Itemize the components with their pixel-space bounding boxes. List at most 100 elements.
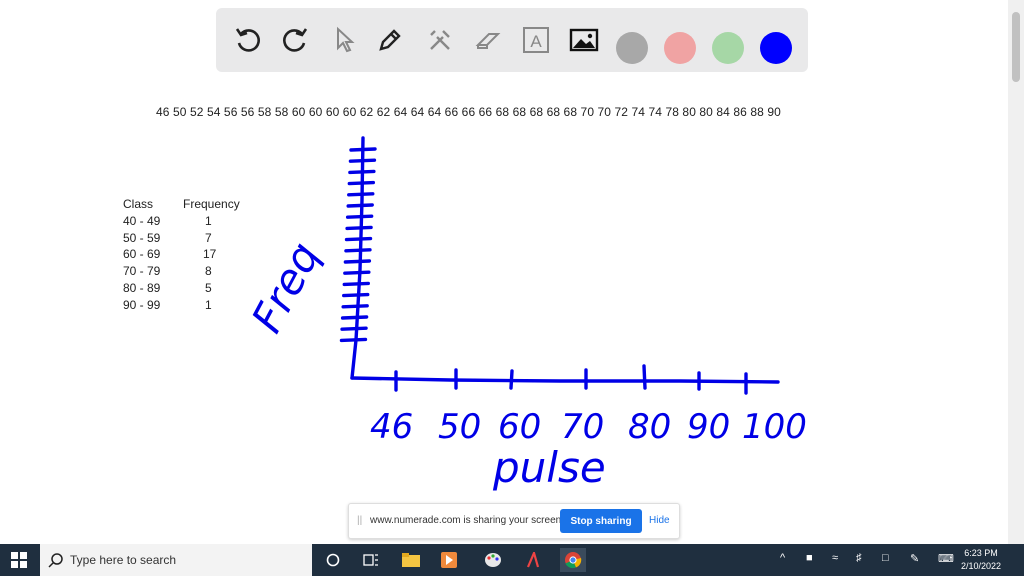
search-placeholder: Type here to search bbox=[70, 553, 177, 567]
y-tick-mark bbox=[344, 236, 373, 242]
palette-icon bbox=[485, 553, 501, 567]
frequency-table: Class Frequency 40 - 49 1 50 - 59 7 60 - 6… bbox=[123, 197, 263, 315]
frequency-cell: 7 bbox=[205, 230, 212, 245]
color-swatch-pink[interactable] bbox=[664, 32, 696, 64]
pointer-button[interactable] bbox=[326, 22, 362, 58]
search-icon bbox=[48, 553, 63, 568]
media-app-button[interactable] bbox=[436, 548, 462, 572]
taskbar-search[interactable]: Type here to search bbox=[40, 544, 312, 576]
x-tick-handwritten-label: 50 bbox=[438, 407, 481, 447]
color-swatch-green[interactable] bbox=[712, 32, 744, 64]
x-axis-ticks bbox=[394, 364, 748, 395]
y-tick-mark bbox=[345, 225, 373, 231]
y-tick-mark bbox=[347, 180, 376, 186]
y-tick-mark bbox=[345, 214, 374, 219]
taskbar: Type here to search ^ ■ ≈ ♯ □ ✎ ⌨ 6:23 P… bbox=[0, 544, 1024, 576]
drag-handle-icon[interactable]: || bbox=[357, 515, 362, 526]
x-tick-handwritten-label: 60 bbox=[498, 407, 541, 447]
chevron-up-icon[interactable]: ^ bbox=[780, 552, 785, 564]
eraser-icon bbox=[475, 33, 501, 49]
class-cell: 80 - 89 bbox=[123, 280, 161, 295]
class-header: Class bbox=[123, 197, 154, 211]
y-axis-ticks bbox=[339, 147, 377, 343]
file-explorer-button[interactable] bbox=[398, 548, 424, 572]
frequency-cell: 1 bbox=[205, 297, 212, 312]
paint-app-button[interactable] bbox=[480, 548, 506, 572]
lock-icon[interactable]: ■ bbox=[806, 552, 813, 564]
x-tick-handwritten-label: 90 bbox=[687, 407, 730, 447]
volume-icon[interactable]: ♯ bbox=[856, 552, 862, 564]
hide-button[interactable]: Hide bbox=[649, 515, 670, 526]
vertical-scrollbar[interactable] bbox=[1008, 0, 1024, 544]
y-tick-mark bbox=[342, 292, 370, 298]
task-view-button[interactable] bbox=[358, 548, 384, 572]
wifi-icon[interactable]: ≈ bbox=[832, 552, 838, 564]
x-tick-handwritten-label: 46 bbox=[370, 407, 413, 447]
snip-app-button[interactable] bbox=[520, 548, 546, 572]
task-view-icon bbox=[363, 554, 378, 566]
frequency-cell: 5 bbox=[205, 280, 212, 295]
x-axis-handwritten-label: pulse bbox=[492, 443, 606, 492]
pen-button[interactable] bbox=[372, 22, 408, 58]
x-tick-handwritten-label: 100 bbox=[742, 407, 807, 447]
color-swatch-gray[interactable] bbox=[616, 32, 648, 64]
table-row: 50 - 59 7 bbox=[123, 231, 263, 248]
redo-button[interactable] bbox=[277, 22, 313, 58]
y-tick-mark bbox=[343, 270, 371, 275]
clock-time: 6:23 PM bbox=[964, 548, 998, 558]
x-tick-handwritten-label: 70 bbox=[561, 407, 604, 447]
y-tick-mark bbox=[347, 192, 375, 197]
image-button[interactable] bbox=[566, 22, 602, 58]
table-row: 40 - 49 1 bbox=[123, 214, 263, 231]
pen-icon bbox=[379, 29, 401, 51]
class-cell: 50 - 59 bbox=[123, 230, 161, 245]
folder-icon bbox=[402, 553, 420, 567]
undo-button[interactable] bbox=[230, 22, 266, 58]
clock-date: 2/10/2022 bbox=[960, 561, 1002, 571]
redo-icon bbox=[283, 28, 308, 52]
text-button[interactable]: A bbox=[518, 22, 554, 58]
pointer-icon bbox=[337, 26, 355, 53]
snipping-tool-icon bbox=[526, 552, 540, 568]
x-tick-handwritten-label: 80 bbox=[628, 407, 671, 447]
screen-share-banner: || www.numerade.com is sharing your scre… bbox=[348, 503, 680, 539]
pulse-data-list: 46 50 52 54 56 56 58 58 60 60 60 60 62 6… bbox=[156, 105, 781, 119]
chrome-icon bbox=[565, 552, 582, 569]
table-header: Class Frequency bbox=[123, 197, 263, 214]
cortana-icon bbox=[326, 553, 340, 567]
y-tick-mark bbox=[349, 147, 377, 152]
tools-icon bbox=[430, 30, 450, 50]
class-cell: 60 - 69 bbox=[123, 247, 161, 262]
frequency-cell: 17 bbox=[203, 247, 217, 262]
table-row: 80 - 89 5 bbox=[123, 281, 263, 298]
y-tick-mark bbox=[340, 315, 369, 320]
text-icon: A bbox=[523, 27, 549, 53]
chrome-button[interactable] bbox=[560, 548, 586, 572]
taskbar-clock[interactable]: 6:23 PM 2/10/2022 bbox=[955, 547, 1007, 573]
frequency-cell: 8 bbox=[205, 264, 212, 279]
frequency-cell: 1 bbox=[205, 213, 212, 228]
share-message: www.numerade.com is sharing your screen. bbox=[370, 515, 564, 526]
y-tick-mark bbox=[343, 259, 372, 264]
y-tick-mark bbox=[344, 248, 372, 253]
cortana-button[interactable] bbox=[320, 548, 346, 572]
keyboard-icon[interactable]: ⌨ bbox=[938, 552, 954, 565]
y-tick-mark bbox=[348, 158, 377, 163]
pen-workspace-icon[interactable]: ✎ bbox=[910, 552, 919, 565]
svg-text:A: A bbox=[530, 32, 542, 51]
eraser-button[interactable] bbox=[470, 22, 506, 58]
y-axis-line bbox=[350, 136, 365, 380]
y-tick-mark bbox=[340, 326, 368, 331]
scrollbar-thumb[interactable] bbox=[1012, 12, 1020, 82]
network-icon[interactable]: □ bbox=[882, 552, 889, 564]
color-swatch-blue[interactable] bbox=[760, 32, 792, 64]
y-tick-mark bbox=[339, 337, 368, 343]
stop-sharing-button[interactable]: Stop sharing bbox=[560, 509, 642, 533]
y-tick-mark bbox=[346, 203, 374, 208]
undo-icon bbox=[235, 28, 260, 52]
x-axis-line bbox=[350, 376, 780, 384]
drawing-toolbar: A bbox=[216, 8, 808, 72]
start-button[interactable] bbox=[0, 544, 38, 576]
class-cell: 90 - 99 bbox=[123, 297, 161, 312]
tools-button[interactable] bbox=[422, 22, 458, 58]
